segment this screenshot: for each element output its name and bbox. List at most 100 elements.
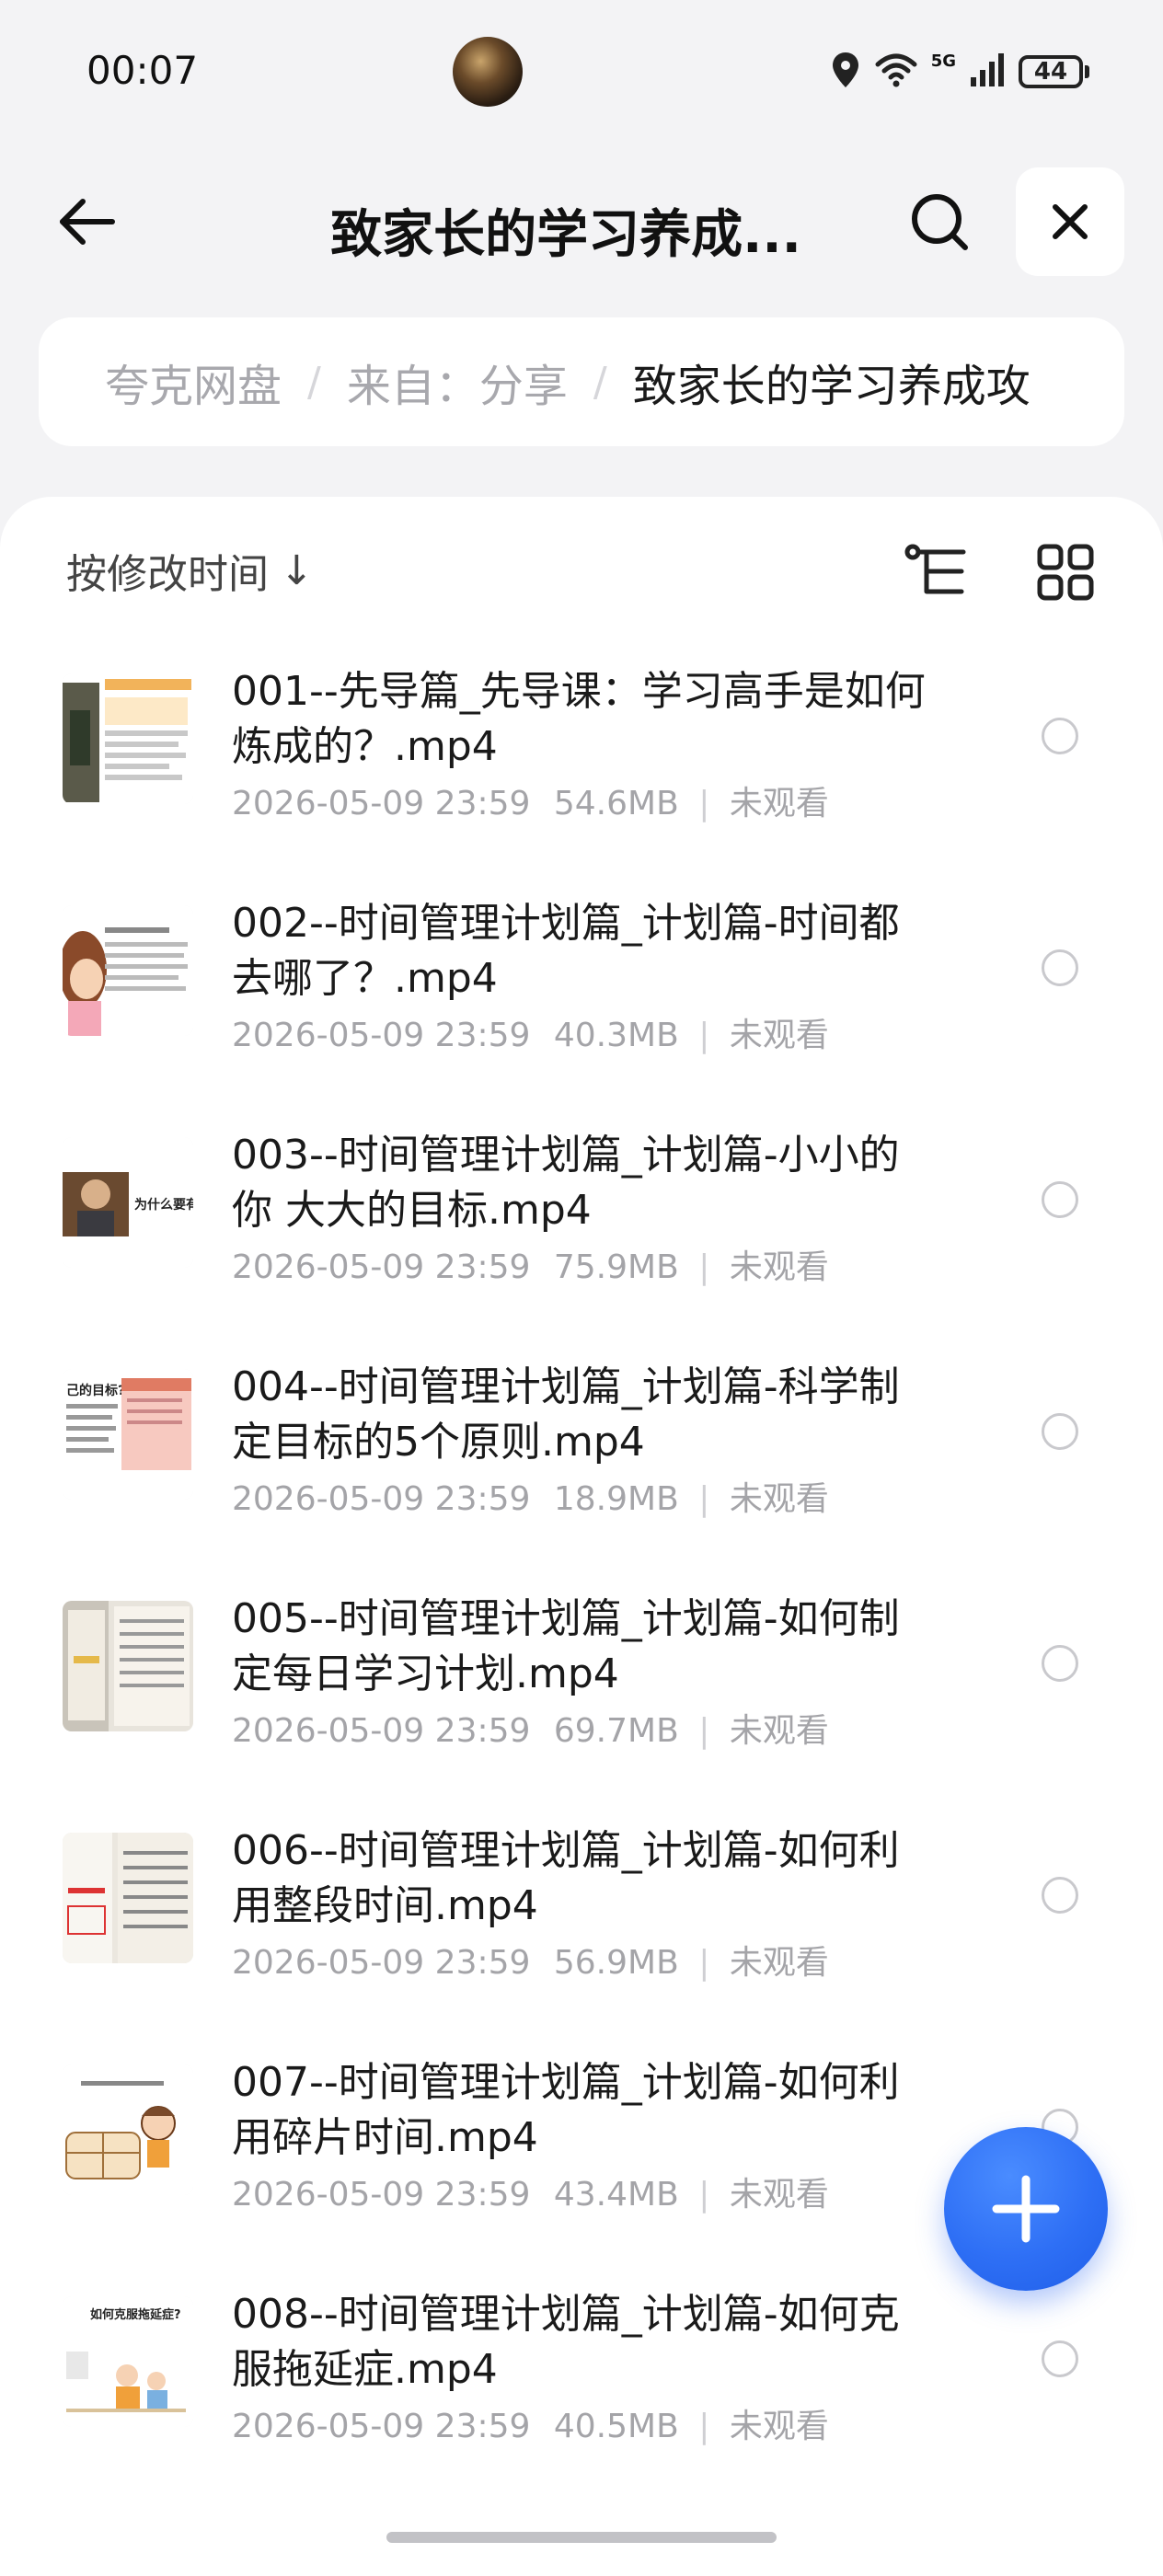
file-row[interactable]: 006--时间管理计划篇_计划篇-如何利用整段时间.mp4 2026-05-09…: [0, 1820, 1163, 2052]
file-meta: 2026-05-09 23:59 54.6MB | 未观看: [232, 785, 829, 822]
file-name: 006--时间管理计划篇_计划篇-如何利用整段时间.mp4: [232, 1827, 900, 1929]
file-meta: 2026-05-09 23:59 69.7MB | 未观看: [232, 1712, 829, 1750]
video-thumbnail: [63, 673, 193, 804]
home-indicator[interactable]: [386, 2532, 777, 2543]
file-name: 004--时间管理计划篇_计划篇-科学制定目标的5个原则.mp4: [232, 1363, 900, 1466]
breadcrumb-item-root[interactable]: 夸克网盘: [105, 350, 282, 414]
video-thumbnail: [63, 1833, 193, 1963]
video-thumbnail: 己的目标?: [63, 1369, 193, 1500]
file-meta: 2026-05-09 23:59 40.5MB | 未观看: [232, 2408, 829, 2445]
top-app-bar: 致家长的学习养成...: [0, 156, 1163, 285]
video-thumbnail: 如何克服拖延症?: [63, 2296, 193, 2427]
wifi-icon: [874, 52, 918, 92]
file-date: 2026-05-09 23:59: [232, 1248, 531, 1286]
add-button[interactable]: [944, 2127, 1108, 2291]
tree-view-button[interactable]: [900, 535, 973, 609]
video-thumbnail: [63, 1601, 193, 1731]
file-meta: 2026-05-09 23:59 43.4MB | 未观看: [232, 2176, 829, 2214]
file-size: 43.4MB: [553, 2176, 679, 2214]
file-row[interactable]: 如何克服拖延症? 008--时间管理计划篇_计划篇-如何克服拖延症.mp4 20…: [0, 2283, 1163, 2515]
thumbnail-caption: 己的目标?: [66, 1383, 125, 1398]
network-type-label: 5G: [930, 51, 956, 71]
watch-status: 未观看: [729, 785, 829, 822]
file-row[interactable]: 001--先导篇_先导课：学习高手是如何炼成的？.mp4 2026-05-09 …: [0, 661, 1163, 892]
file-date: 2026-05-09 23:59: [232, 2408, 531, 2445]
file-date: 2026-05-09 23:59: [232, 1944, 531, 1982]
file-row[interactable]: 002--时间管理计划篇_计划篇-时间都去哪了？.mp4 2026-05-09 …: [0, 892, 1163, 1124]
back-button[interactable]: [46, 182, 125, 261]
watch-status: 未观看: [729, 1248, 829, 1286]
select-radio[interactable]: [1042, 1181, 1078, 1218]
file-name: 005--时间管理计划篇_计划篇-如何制定每日学习计划.mp4: [232, 1595, 900, 1697]
file-name: 001--先导篇_先导课：学习高手是如何炼成的？.mp4: [232, 668, 926, 770]
file-size: 40.3MB: [553, 1017, 679, 1054]
battery-icon: 44: [1019, 55, 1089, 88]
breadcrumb: 夸克网盘 / 来自：分享 / 致家长的学习养成攻: [39, 317, 1124, 446]
breadcrumb-separator: /: [307, 358, 321, 406]
grid-icon: [1037, 544, 1094, 601]
search-button[interactable]: [900, 182, 979, 261]
watch-status: 未观看: [729, 2176, 829, 2214]
tree-structure-icon: [904, 544, 966, 594]
breadcrumb-item-share[interactable]: 来自：分享: [347, 350, 568, 414]
file-date: 2026-05-09 23:59: [232, 1017, 531, 1054]
watch-status: 未观看: [729, 1480, 829, 1518]
battery-level: 44: [1019, 55, 1083, 88]
file-meta: 2026-05-09 23:59 75.9MB | 未观看: [232, 1248, 829, 1286]
status-time: 00:07: [86, 48, 199, 93]
video-thumbnail: [63, 2064, 193, 2195]
file-date: 2026-05-09 23:59: [232, 2176, 531, 2214]
breadcrumb-item-current: 致家长的学习养成攻: [632, 361, 1031, 412]
video-thumbnail: [63, 905, 193, 1036]
select-radio[interactable]: [1042, 718, 1078, 754]
file-date: 2026-05-09 23:59: [232, 1480, 531, 1518]
app-avatar-icon: [453, 37, 523, 107]
file-name: 003--时间管理计划篇_计划篇-小小的你 大大的目标.mp4: [232, 1132, 900, 1234]
file-meta: 2026-05-09 23:59 56.9MB | 未观看: [232, 1944, 829, 1982]
watch-status: 未观看: [729, 1944, 829, 1982]
plus-icon: [992, 2175, 1060, 2243]
search-icon: [912, 194, 968, 250]
watch-status: 未观看: [729, 1017, 829, 1054]
file-meta: 2026-05-09 23:59 18.9MB | 未观看: [232, 1480, 829, 1518]
status-bar: 00:07 5G 44: [0, 0, 1163, 138]
watch-status: 未观看: [729, 1712, 829, 1750]
file-date: 2026-05-09 23:59: [232, 785, 531, 822]
video-thumbnail: 为什么要有: [63, 1137, 193, 1268]
back-arrow-icon: [60, 199, 115, 245]
file-size: 56.9MB: [553, 1944, 679, 1982]
file-size: 54.6MB: [553, 785, 679, 822]
file-size: 18.9MB: [553, 1480, 679, 1518]
file-size: 40.5MB: [553, 2408, 679, 2445]
file-name: 008--时间管理计划篇_计划篇-如何克服拖延症.mp4: [232, 2291, 900, 2393]
thumbnail-caption: 为什么要有: [134, 1197, 193, 1213]
file-date: 2026-05-09 23:59: [232, 1712, 531, 1750]
file-size: 69.7MB: [553, 1712, 679, 1750]
select-radio[interactable]: [1042, 949, 1078, 986]
select-radio[interactable]: [1042, 1645, 1078, 1682]
page-title: 致家长的学习养成...: [330, 205, 801, 265]
sort-label: 按修改时间: [66, 551, 269, 598]
list-toolbar: 按修改时间 ↓: [0, 497, 1163, 644]
file-row[interactable]: 己的目标? 004--时间管理计划篇_计划篇-科学制定目标的5个原则.mp4 2…: [0, 1356, 1163, 1588]
status-icons: 5G 44: [830, 46, 1089, 98]
signal-icon: [969, 52, 1006, 92]
breadcrumb-separator: /: [593, 358, 607, 406]
select-radio[interactable]: [1042, 1413, 1078, 1450]
file-name: 007--时间管理计划篇_计划篇-如何利用碎片时间.mp4: [232, 2059, 900, 2161]
sort-direction-icon: ↓: [280, 546, 314, 594]
thumbnail-caption: 如何克服拖延症?: [90, 2307, 181, 2322]
select-radio[interactable]: [1042, 2340, 1078, 2377]
file-row[interactable]: 005--时间管理计划篇_计划篇-如何制定每日学习计划.mp4 2026-05-…: [0, 1588, 1163, 1820]
location-icon: [830, 51, 861, 93]
file-row[interactable]: 为什么要有 003--时间管理计划篇_计划篇-小小的你 大大的目标.mp4 20…: [0, 1124, 1163, 1356]
file-meta: 2026-05-09 23:59 40.3MB | 未观看: [232, 1017, 829, 1054]
file-size: 75.9MB: [553, 1248, 679, 1286]
grid-view-button[interactable]: [1029, 535, 1102, 609]
sort-button[interactable]: 按修改时间 ↓: [66, 541, 314, 600]
file-name: 002--时间管理计划篇_计划篇-时间都去哪了？.mp4: [232, 900, 900, 1002]
close-button[interactable]: [1016, 167, 1124, 276]
close-icon: [1053, 204, 1088, 239]
watch-status: 未观看: [729, 2408, 829, 2445]
select-radio[interactable]: [1042, 1877, 1078, 1914]
